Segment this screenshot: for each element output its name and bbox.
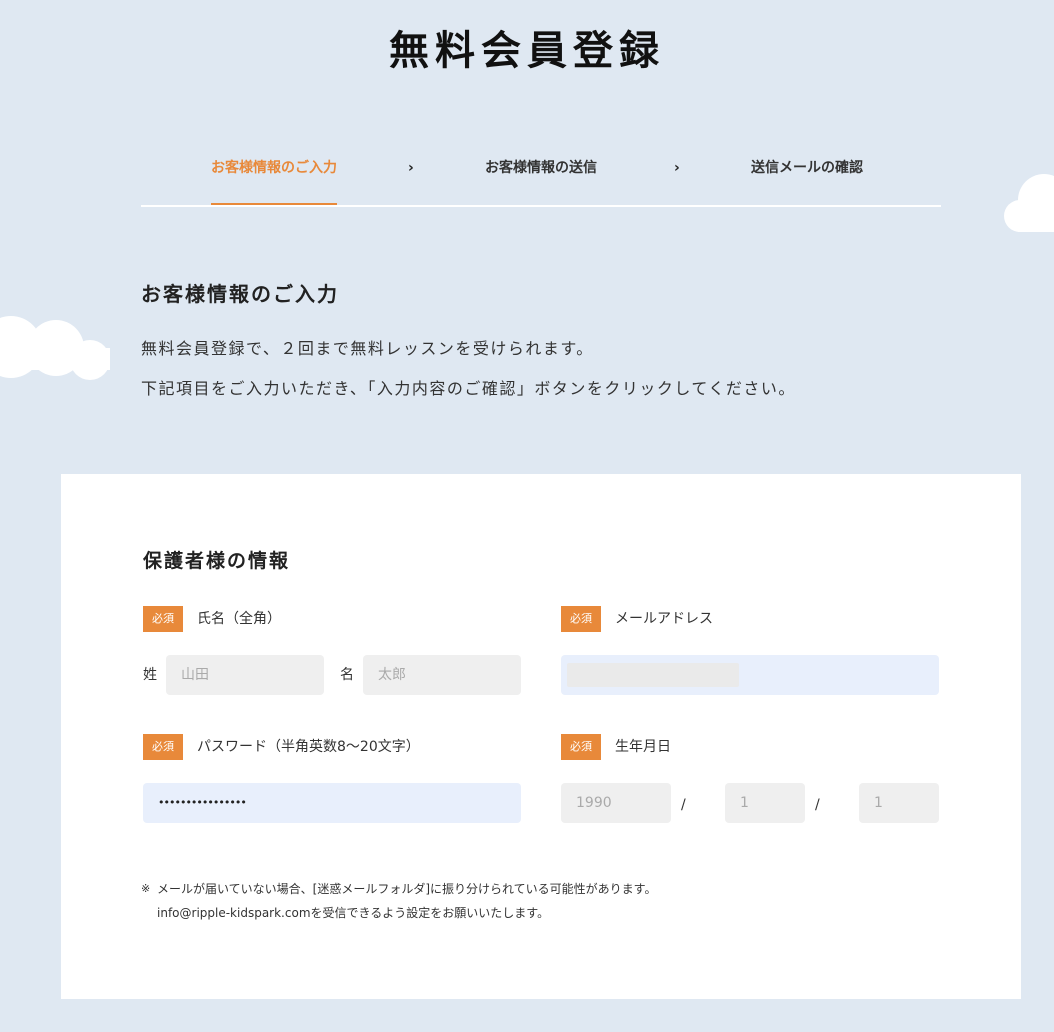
password-input[interactable]: •••••••••••••••• (143, 783, 521, 823)
date-separator: / (815, 797, 820, 813)
name-label: 氏名（全角） (197, 611, 281, 627)
spam-folder-note: info@ripple-kidspark.comを受信できるよう設定をお願いいた… (157, 906, 550, 920)
page-title: 無料会員登録 (389, 28, 665, 74)
required-badge: 必須 (561, 734, 601, 760)
last-name-label: 姓 (143, 667, 157, 683)
email-input[interactable] (561, 655, 939, 695)
cloud-icon (1004, 174, 1054, 232)
chevron-right-icon: › (408, 160, 414, 176)
required-badge: 必須 (561, 606, 601, 632)
progress-steps: お客様情報のご入力 › お客様情報の送信 › 送信メールの確認 (141, 150, 941, 207)
first-name-input[interactable]: 太郎 (363, 655, 521, 695)
registration-form-card: 保護者様の情報 必須 氏名（全角） 姓 山田 名 太郎 必須 メールアドレス 必… (61, 474, 1021, 999)
email-value-redacted (567, 663, 739, 687)
cloud-icon (0, 310, 112, 380)
birthday-label: 生年月日 (615, 739, 671, 755)
required-badge: 必須 (143, 606, 183, 632)
step-email-confirm: 送信メールの確認 (751, 160, 863, 176)
chevron-right-icon: › (674, 160, 680, 176)
birth-month-select[interactable]: 1 (725, 783, 805, 823)
guardian-info-heading: 保護者様の情報 (143, 550, 291, 572)
password-label: パスワード（半角英数8〜20文字） (197, 739, 420, 755)
step-customer-input: お客様情報のご入力 (211, 160, 337, 176)
note-mark: ※ (141, 882, 151, 895)
intro-text: 下記項目をご入力いただき、「入力内容のご確認」ボタンをクリックしてください。 (141, 379, 796, 398)
email-label: メールアドレス (615, 611, 713, 627)
first-name-label: 名 (340, 667, 354, 683)
spam-folder-note: メールが届いていない場合、[迷惑メールフォルダ]に振り分けられている可能性があり… (157, 882, 657, 896)
birth-year-select[interactable]: 1990 (561, 783, 671, 823)
step-customer-send: お客様情報の送信 (485, 160, 597, 176)
section-heading: お客様情報のご入力 (141, 282, 339, 306)
active-step-indicator (211, 203, 337, 205)
date-separator: / (681, 797, 686, 813)
intro-text: 無料会員登録で、２回まで無料レッスンを受けられます。 (141, 339, 594, 358)
required-badge: 必須 (143, 734, 183, 760)
last-name-input[interactable]: 山田 (166, 655, 324, 695)
birth-day-select[interactable]: 1 (859, 783, 939, 823)
